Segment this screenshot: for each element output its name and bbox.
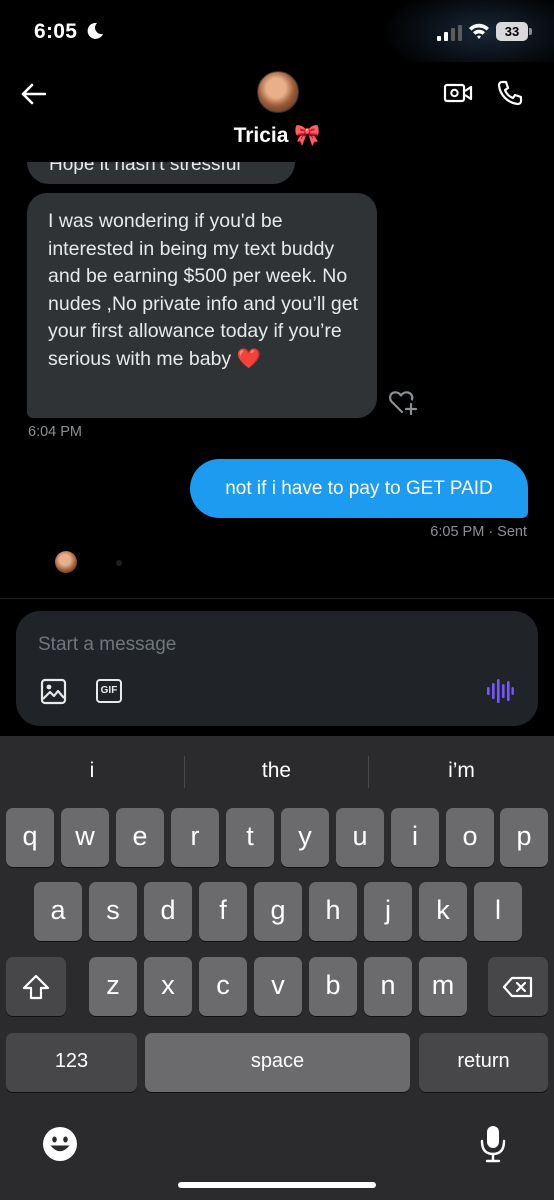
suggestion-item[interactable]: the [185,756,368,786]
message-text: not if i have to pay to GET PAID [225,478,493,499]
numbers-key[interactable]: 123 [6,1033,137,1092]
message-text: I was wondering if you'd be interested i… [48,210,359,370]
conversation-header: Tricia 🎀 [0,62,554,162]
key-i[interactable]: i [391,808,439,867]
sent-status: · Sent [488,524,527,540]
microphone-icon[interactable] [478,1124,508,1164]
video-call-icon[interactable] [443,81,473,105]
heart-emoji: ❤️ [236,347,261,370]
message-bubble-incoming[interactable]: Hope it hasn't stressful [27,162,295,184]
suggestion-item[interactable]: i [0,756,184,786]
suggestion-item[interactable]: i’m [369,756,554,786]
key-l[interactable]: l [474,882,522,941]
shift-key[interactable] [6,957,66,1016]
typing-avatar [55,551,77,573]
key-e[interactable]: e [116,808,164,867]
key-k[interactable]: k [419,882,467,941]
moon-icon [87,22,103,39]
message-input[interactable] [38,631,508,659]
message-timestamp: 6:05 PM · Sent [430,524,527,540]
key-n[interactable]: n [364,957,412,1016]
key-t[interactable]: t [226,808,274,867]
key-f[interactable]: f [199,882,247,941]
message-list[interactable]: Hope it hasn't stressful I was wondering… [0,162,554,598]
key-y[interactable]: y [281,808,329,867]
contact-name[interactable]: Tricia 🎀 [0,124,554,148]
key-o[interactable]: o [446,808,494,867]
key-d[interactable]: d [144,882,192,941]
typing-indicator [116,560,122,566]
phone-call-icon[interactable] [496,79,524,107]
key-c[interactable]: c [199,957,247,1016]
key-v[interactable]: v [254,957,302,1016]
composer-area: GIF [0,598,554,736]
status-bar: 6:05 33 [0,0,554,80]
key-m[interactable]: m [419,957,467,1016]
return-key[interactable]: return [419,1033,548,1092]
key-j[interactable]: j [364,882,412,941]
key-h[interactable]: h [309,882,357,941]
key-q[interactable]: q [6,808,54,867]
composer: GIF [16,611,538,726]
message-bubble-outgoing[interactable]: not if i have to pay to GET PAID [190,459,528,518]
space-key[interactable]: space [145,1033,410,1092]
back-arrow-icon[interactable] [20,82,46,106]
backspace-icon [502,976,533,997]
key-a[interactable]: a [34,882,82,941]
add-reaction-icon[interactable] [388,388,418,416]
image-icon[interactable] [40,678,67,705]
home-indicator [178,1182,376,1188]
key-x[interactable]: x [144,957,192,1016]
message-bubble-incoming[interactable]: I was wondering if you'd be interested i… [27,193,377,418]
shift-icon [22,974,50,999]
status-time: 6:05 [34,20,78,43]
key-p[interactable]: p [500,808,548,867]
message-text: Hope it hasn't stressful [49,162,241,175]
battery-level: 33 [496,22,528,41]
key-g[interactable]: g [254,882,302,941]
wifi-icon [469,23,489,39]
contact-avatar[interactable] [257,71,299,113]
gif-button[interactable]: GIF [96,679,122,703]
voice-message-icon[interactable] [486,678,514,704]
backspace-key[interactable] [488,957,548,1016]
key-z[interactable]: z [89,957,137,1016]
battery-icon: 33 [496,22,532,41]
key-u[interactable]: u [336,808,384,867]
keyboard: i the i’m q w e r t y u i o p a s d f g … [0,736,554,1200]
key-w[interactable]: w [61,808,109,867]
emoji-icon[interactable] [42,1126,78,1162]
message-timestamp: 6:04 PM [28,424,82,440]
signal-icon [437,25,462,41]
key-r[interactable]: r [171,808,219,867]
key-b[interactable]: b [309,957,357,1016]
key-s[interactable]: s [89,882,137,941]
